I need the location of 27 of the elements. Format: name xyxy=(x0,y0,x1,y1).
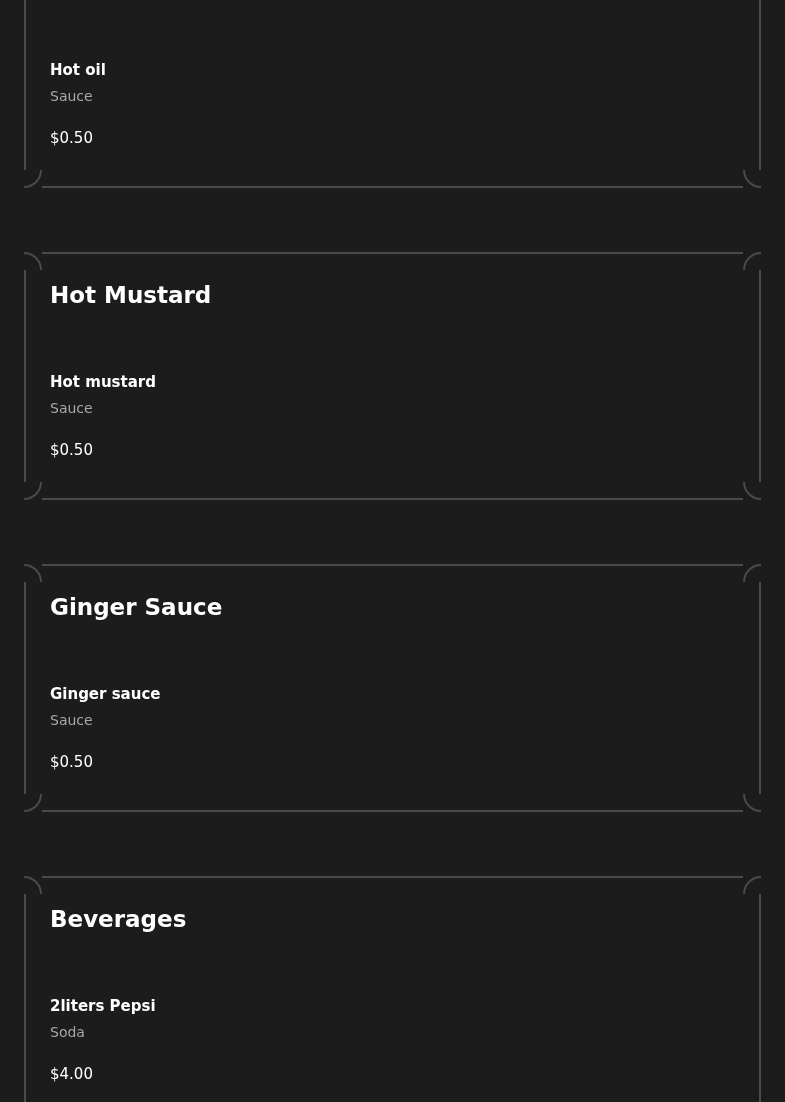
card-corner xyxy=(743,876,761,894)
item-category: Sauce xyxy=(50,399,94,418)
card-corner xyxy=(743,564,761,582)
card-corner xyxy=(743,794,761,812)
item-name: 2liters Pepsi xyxy=(50,996,157,1016)
section-title: Hot Mustard xyxy=(50,281,213,310)
item-category: Sauce xyxy=(50,87,94,106)
item-price: $0.50 xyxy=(50,440,94,460)
item-category: Sauce xyxy=(50,711,94,730)
card-corner xyxy=(24,482,42,500)
card-corner xyxy=(743,482,761,500)
card-corner xyxy=(24,252,42,270)
item-name: Hot oil xyxy=(50,60,107,80)
section-title: Ginger Sauce xyxy=(50,593,224,622)
section-title: Beverages xyxy=(50,905,188,934)
card-corner xyxy=(743,170,761,188)
item-name: Hot mustard xyxy=(50,372,157,392)
item-price: $4.00 xyxy=(50,1064,94,1084)
item-price: $0.50 xyxy=(50,752,94,772)
card-corner xyxy=(24,170,42,188)
card-corner xyxy=(24,794,42,812)
item-name: Ginger sauce xyxy=(50,684,162,704)
card-corner xyxy=(743,252,761,270)
item-category: Soda xyxy=(50,1023,86,1042)
card-corner xyxy=(24,876,42,894)
card-corner xyxy=(24,564,42,582)
item-price: $0.50 xyxy=(50,128,94,148)
